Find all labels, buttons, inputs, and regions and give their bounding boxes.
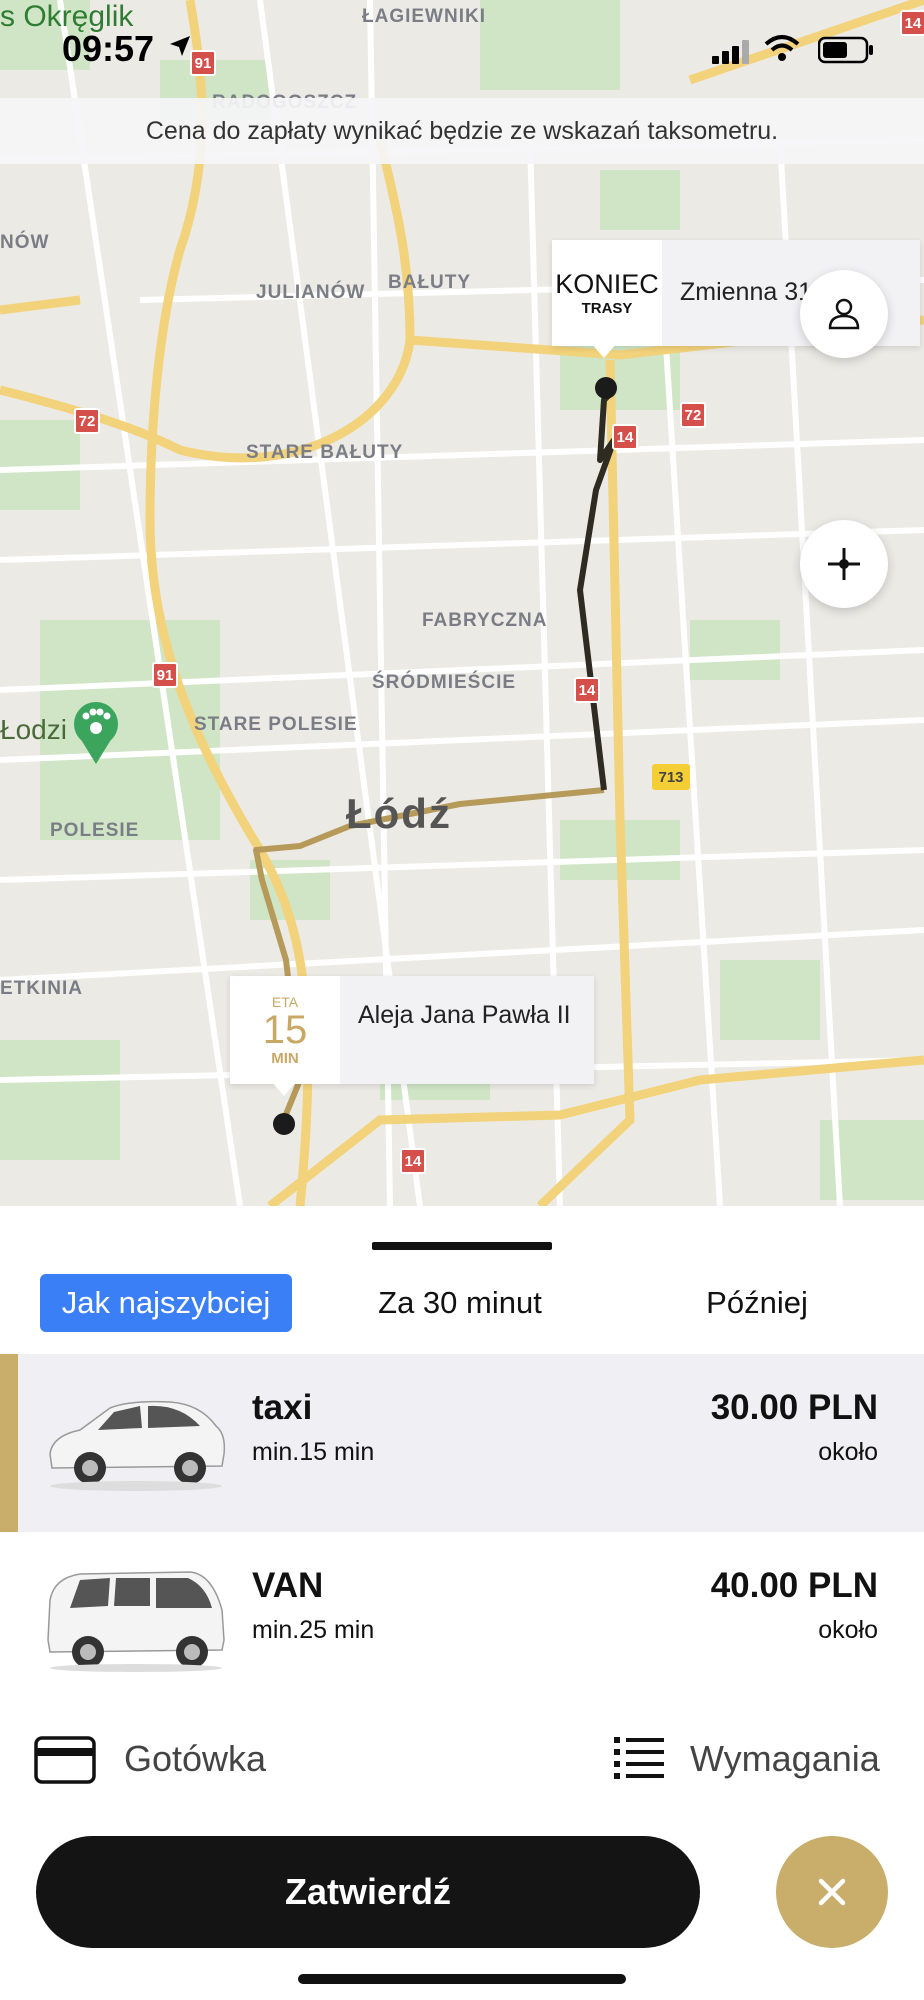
requirements-button[interactable]: Wymagania xyxy=(690,1738,880,1780)
destination-address: Zmienna 31 xyxy=(680,278,813,306)
list-icon[interactable] xyxy=(614,1734,666,1782)
district-label: ETKINIA xyxy=(0,978,83,999)
vehicle-price: 30.00 PLN xyxy=(710,1388,878,1427)
district-label: BAŁUTY xyxy=(388,272,472,293)
callout-pointer xyxy=(272,1082,296,1096)
city-label: Łódź xyxy=(346,790,452,837)
district-label: STARE POLESIE xyxy=(194,714,358,735)
road-shield: 14 xyxy=(400,1148,426,1174)
tab-later[interactable]: Później xyxy=(640,1274,874,1332)
crosshair-icon xyxy=(828,548,860,580)
district-label: NÓW xyxy=(0,232,50,253)
road-shield: 713 xyxy=(652,764,690,790)
close-icon xyxy=(818,1878,846,1906)
route-end-title: KONIEC xyxy=(555,269,659,299)
pickup-callout[interactable]: ETA 15 MIN Aleja Jana Pawła II xyxy=(230,976,594,1084)
vehicle-price: 40.00 PLN xyxy=(710,1566,878,1605)
road-shield: 91 xyxy=(152,662,178,688)
road-shield: 14 xyxy=(612,424,638,450)
booking-sheet: Jak najszybciej Za 30 minut Później taxi… xyxy=(0,1206,924,2000)
vehicle-option-taxi[interactable]: taxi min.15 min 30.00 PLN około xyxy=(0,1354,924,1532)
vehicle-name: taxi xyxy=(252,1388,313,1427)
sheet-drag-handle[interactable] xyxy=(372,1242,552,1250)
district-label: FABRYCZNA xyxy=(422,610,548,631)
vehicle-eta: min.25 min xyxy=(252,1616,375,1644)
selected-indicator xyxy=(0,1354,18,1532)
vehicle-option-van[interactable]: VAN min.25 min 40.00 PLN około xyxy=(0,1532,924,1710)
route-map[interactable]: 91 72 72 14 14 14 91 713 14 ŁAGIEWNIKI R… xyxy=(0,0,924,1206)
payment-method-button[interactable]: Gotówka xyxy=(124,1738,266,1780)
tab-in-30-minutes[interactable]: Za 30 minut xyxy=(340,1274,580,1332)
status-bar: s Okręglik 09:57 xyxy=(0,0,924,96)
confirm-button[interactable]: Zatwierdź xyxy=(36,1836,700,1948)
road-shield: 72 xyxy=(74,408,100,434)
home-indicator xyxy=(298,1974,626,1984)
location-arrow-icon xyxy=(170,36,190,56)
price-approx-label: około xyxy=(818,1616,878,1644)
road-shield: 14 xyxy=(574,677,600,703)
district-label: STARE BAŁUTY xyxy=(246,442,404,463)
road-shield: 72 xyxy=(680,402,706,428)
zoo-label: Łodzi xyxy=(0,714,67,745)
payment-requirements-row: Gotówka Wymagania xyxy=(0,1710,924,1800)
user-icon xyxy=(828,298,860,330)
locate-me-button[interactable] xyxy=(800,520,888,608)
van-icon xyxy=(47,1571,225,1672)
district-label: ŚRÓDMIEŚCIE xyxy=(372,672,517,693)
route-end-subtitle: TRASY xyxy=(581,300,633,317)
pickup-address: Aleja Jana Pawła II xyxy=(358,1001,571,1029)
battery-icon xyxy=(818,36,873,64)
eta-unit: MIN xyxy=(271,1049,299,1067)
price-info-banner: Cena do zapłaty wynikać będzie ze wskaza… xyxy=(0,98,924,164)
cellular-signal-icon xyxy=(712,40,749,64)
vehicle-name: VAN xyxy=(252,1566,324,1605)
vehicle-eta: min.15 min xyxy=(252,1438,375,1466)
cancel-button[interactable] xyxy=(776,1836,888,1948)
eta-badge: ETA 15 MIN xyxy=(230,976,340,1084)
status-time: 09:57 xyxy=(62,28,155,69)
callout-pointer xyxy=(592,344,616,358)
credit-card-icon[interactable] xyxy=(34,1736,96,1784)
profile-button[interactable] xyxy=(800,270,888,358)
district-label: JULIANÓW xyxy=(256,282,366,303)
route-end-badge: KONIEC TRASY xyxy=(552,240,662,346)
district-label: POLESIE xyxy=(50,820,140,841)
tab-asap[interactable]: Jak najszybciej xyxy=(40,1274,292,1332)
wifi-icon xyxy=(764,35,800,61)
eta-value: 15 xyxy=(262,1007,308,1052)
sedan-car-icon xyxy=(49,1400,226,1491)
price-approx-label: około xyxy=(818,1438,878,1466)
